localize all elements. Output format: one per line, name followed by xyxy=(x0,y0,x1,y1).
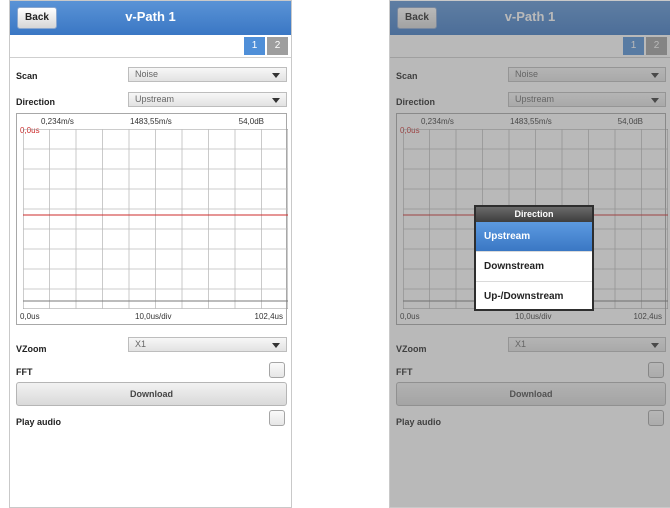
time-end-label: 102,4us xyxy=(254,312,283,321)
header-bar: Back v-Path 1 xyxy=(10,1,291,35)
dialog-title: Direction xyxy=(476,207,592,222)
scan-select[interactable]: Noise xyxy=(128,67,287,82)
fft-label: FFT xyxy=(16,367,33,377)
scan-label: Scan xyxy=(16,71,38,81)
chevron-down-icon xyxy=(272,73,280,78)
fft-checkbox[interactable] xyxy=(269,362,285,378)
download-button[interactable]: Download xyxy=(16,382,287,406)
vzoom-select[interactable]: X1 xyxy=(128,337,287,352)
tab-2[interactable]: 2 xyxy=(267,37,288,55)
option-up-downstream[interactable]: Up-/Downstream xyxy=(476,281,592,311)
option-upstream[interactable]: Upstream xyxy=(476,222,592,251)
screen-main: Back v-Path 1 1 2 Scan Noise Direction U… xyxy=(9,0,292,508)
direction-value: Upstream xyxy=(135,94,175,104)
direction-label: Direction xyxy=(16,97,56,107)
level-readout: 54,0dB xyxy=(238,117,264,126)
velocity-min-readout: 0,234m/s xyxy=(41,117,74,126)
play-audio-checkbox[interactable] xyxy=(269,410,285,426)
page-title: v-Path 1 xyxy=(125,9,176,24)
chevron-down-icon xyxy=(272,98,280,103)
direction-select[interactable]: Upstream xyxy=(128,92,287,107)
tab-bar: 1 2 xyxy=(10,35,291,58)
vzoom-value: X1 xyxy=(135,339,147,349)
plot-grid xyxy=(23,129,288,309)
direction-dialog: Direction Upstream Downstream Up-/Downst… xyxy=(474,205,594,311)
time-start-label: 0,0us xyxy=(20,312,40,321)
tab-1[interactable]: 1 xyxy=(244,37,265,55)
waveform-plot: 0,234m/s 1483,55m/s 54,0dB 0,0us 0,0us 1… xyxy=(16,113,288,325)
option-downstream[interactable]: Downstream xyxy=(476,251,592,281)
play-audio-label: Play audio xyxy=(16,417,62,427)
chevron-down-icon xyxy=(272,343,280,348)
scan-value: Noise xyxy=(135,69,159,79)
vzoom-label: VZoom xyxy=(16,344,47,354)
time-div-label: 10,0us/div xyxy=(135,312,172,321)
screen-direction-dialog: Back v-Path 1 1 2 Scan Noise Direction U… xyxy=(389,0,670,508)
velocity-readout: 1483,55m/s xyxy=(130,117,172,126)
